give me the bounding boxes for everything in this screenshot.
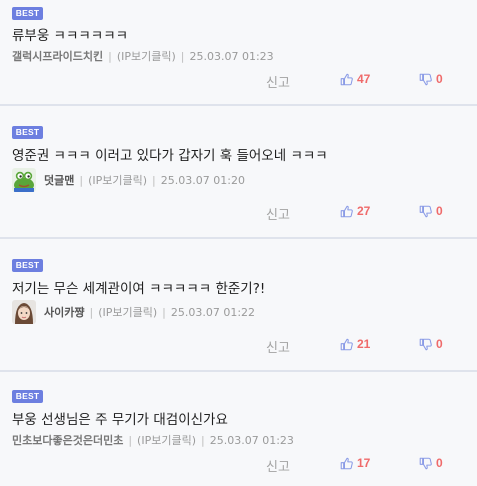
downvote-button[interactable]: 0 — [419, 72, 443, 86]
comment-text: 류부웅 ㅋㅋㅋㅋㅋㅋ — [12, 28, 129, 44]
thumbs-down-icon — [419, 73, 432, 85]
upvote-button[interactable]: 47 — [340, 72, 370, 86]
ip-view-link[interactable]: (IP보기클릭) — [88, 172, 147, 188]
meta-divider: | — [89, 305, 94, 319]
downvote-button[interactable]: 0 — [419, 204, 443, 218]
report-button[interactable]: 신고 — [266, 72, 290, 91]
report-button[interactable]: 신고 — [266, 456, 290, 475]
ip-view-link[interactable]: (IP보기클릭) — [137, 432, 196, 448]
upvote-count: 47 — [357, 72, 371, 86]
user-photo-avatar[interactable] — [12, 300, 36, 324]
downvote-count: 0 — [436, 456, 443, 470]
comment-timestamp: 25.03.07 01:20 — [160, 173, 245, 187]
downvote-count: 0 — [436, 337, 443, 351]
best-badge: BEST — [12, 390, 43, 403]
comment-text: 저기는 무슨 세계관이여 ㅋㅋㅋㅋㅋ 한준기?! — [12, 281, 266, 297]
comment-item: BEST 부웅 선생님은 주 무기가 대검이신가요 민초보다좋은것은더민초 | … — [0, 372, 477, 486]
meta-divider: | — [108, 49, 112, 63]
comment-actions: 신고 27 0 — [0, 204, 477, 224]
author-name[interactable]: 갤럭시프라이드치킨 — [12, 48, 103, 64]
comment-text: 부웅 선생님은 주 무기가 대검이신가요 — [12, 412, 228, 428]
upvote-count: 17 — [357, 456, 371, 470]
meta-divider: | — [201, 433, 205, 447]
comment-item: BEST 류부웅 ㅋㅋㅋㅋㅋㅋ 갤럭시프라이드치킨 | (IP보기클릭) | 2… — [0, 0, 477, 106]
comment-timestamp: 25.03.07 01:23 — [189, 49, 274, 63]
report-button[interactable]: 신고 — [266, 337, 290, 356]
comment-actions: 신고 47 0 — [0, 72, 477, 92]
comment-text: 영준권 ㅋㅋㅋ 이러고 있다가 갑자기 훅 들어오네 ㅋㅋㅋ — [12, 148, 328, 164]
comment-meta: 덧글맨 | (IP보기클릭) | 25.03.07 01:20 — [12, 168, 245, 192]
author-name[interactable]: 민초보다좋은것은더민초 — [12, 432, 123, 448]
ip-view-link[interactable]: (IP보기클릭) — [117, 48, 176, 64]
frog-avatar[interactable] — [12, 168, 36, 192]
upvote-count: 27 — [357, 204, 371, 218]
comment-item: BEST 영준권 ㅋㅋㅋ 이러고 있다가 갑자기 훅 들어오네 ㅋㅋㅋ 덧글맨 — [0, 106, 477, 239]
best-badge: BEST — [12, 259, 43, 272]
meta-divider: | — [162, 305, 166, 319]
thumbs-down-icon — [419, 205, 432, 217]
downvote-count: 0 — [436, 72, 443, 86]
comment-meta: 민초보다좋은것은더민초 | (IP보기클릭) | 25.03.07 01:23 — [12, 428, 294, 452]
thumbs-up-icon — [340, 457, 353, 469]
comment-actions: 신고 21 0 — [0, 337, 477, 357]
best-badge: BEST — [12, 126, 43, 139]
comment-actions: 신고 17 0 — [0, 456, 477, 476]
downvote-button[interactable]: 0 — [419, 337, 443, 351]
comment-timestamp: 25.03.07 01:22 — [170, 305, 256, 319]
report-button[interactable]: 신고 — [266, 204, 290, 223]
thumbs-up-icon — [340, 205, 353, 217]
downvote-count: 0 — [436, 204, 443, 218]
comment-timestamp: 25.03.07 01:23 — [209, 433, 294, 447]
downvote-button[interactable]: 0 — [419, 456, 443, 470]
comment-meta: 갤럭시프라이드치킨 | (IP보기클릭) | 25.03.07 01:23 — [12, 44, 274, 68]
meta-divider: | — [180, 49, 185, 63]
upvote-button[interactable]: 21 — [340, 337, 370, 351]
author-name[interactable]: 사이카쨩 — [44, 304, 84, 320]
ip-view-link[interactable]: (IP보기클릭) — [98, 304, 157, 320]
upvote-button[interactable]: 27 — [340, 204, 370, 218]
best-badge: BEST — [12, 7, 43, 20]
best-comment-list: BEST 류부웅 ㅋㅋㅋㅋㅋㅋ 갤럭시프라이드치킨 | (IP보기클릭) | 2… — [0, 0, 477, 486]
thumbs-down-icon — [419, 457, 432, 469]
meta-divider: | — [79, 173, 84, 187]
comment-meta: 사이카쨩 | (IP보기클릭) | 25.03.07 01:22 — [12, 300, 255, 324]
upvote-button[interactable]: 17 — [340, 456, 370, 470]
upvote-count: 21 — [357, 337, 371, 351]
meta-divider: | — [128, 433, 133, 447]
thumbs-down-icon — [419, 338, 432, 350]
meta-divider: | — [152, 173, 156, 187]
comment-item: BEST 저기는 무슨 세계관이여 ㅋㅋㅋㅋㅋ 한준기?! 사이카쨩 | (IP… — [0, 239, 477, 372]
author-name[interactable]: 덧글맨 — [44, 172, 74, 188]
thumbs-up-icon — [340, 73, 353, 85]
thumbs-up-icon — [340, 338, 353, 350]
